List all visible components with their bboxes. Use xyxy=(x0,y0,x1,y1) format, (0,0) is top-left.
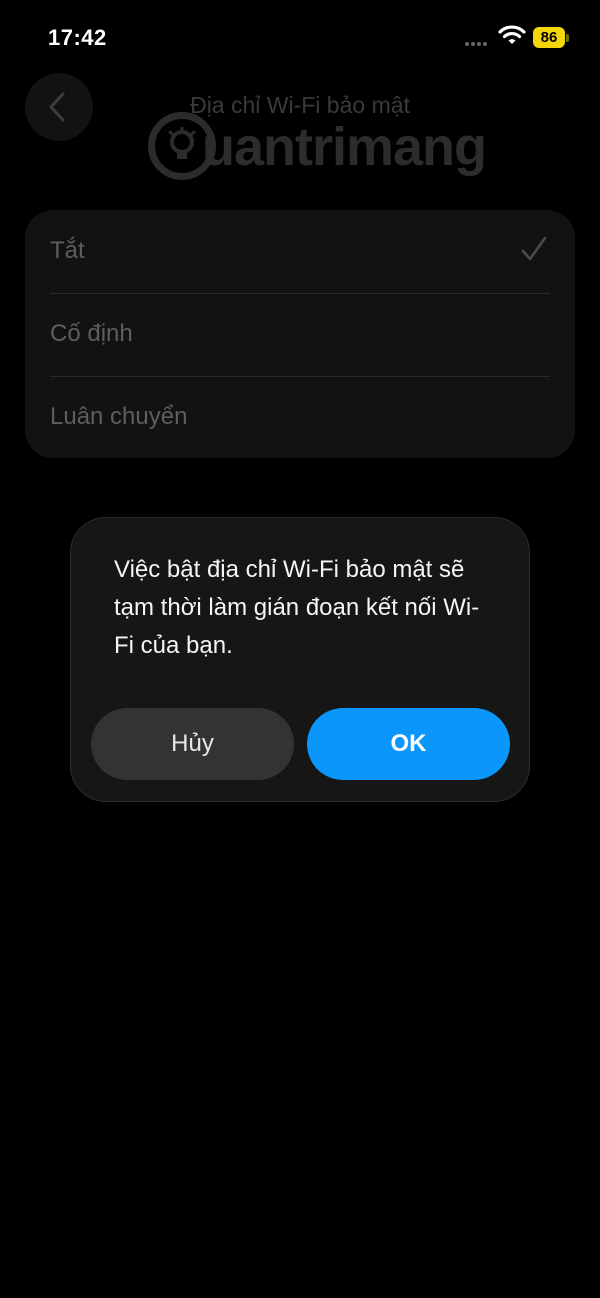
signal-dots-icon xyxy=(465,42,493,46)
option-label: Cố định xyxy=(50,320,133,347)
watermark: uantrimang xyxy=(148,108,498,190)
option-rotating[interactable]: Luân chuyển xyxy=(25,376,575,458)
option-off[interactable]: Tắt xyxy=(25,210,575,293)
checkmark-icon xyxy=(521,236,547,261)
ok-button[interactable]: OK xyxy=(307,708,510,780)
status-time: 17:42 xyxy=(48,25,107,50)
confirm-dialog: Việc bật địa chỉ Wi-Fi bảo mật sẽ tạm th… xyxy=(70,517,530,802)
battery-cap xyxy=(566,34,569,42)
screen: 17:42 86 Địa chỉ Wi-Fi bảo mật uantriman… xyxy=(0,0,600,1298)
dialog-message: Việc bật địa chỉ Wi-Fi bảo mật sẽ tạm th… xyxy=(114,556,480,659)
option-fixed[interactable]: Cố định xyxy=(25,293,575,376)
battery-icon: 86 xyxy=(533,27,565,48)
option-label: Tắt xyxy=(50,237,85,264)
watermark-text: uantrimang xyxy=(202,117,487,177)
options-list: Tắt Cố định Luân chuyển xyxy=(25,210,575,458)
wifi-icon xyxy=(498,25,526,44)
cancel-button[interactable]: Hủy xyxy=(91,708,294,780)
option-label: Luân chuyển xyxy=(50,403,188,430)
